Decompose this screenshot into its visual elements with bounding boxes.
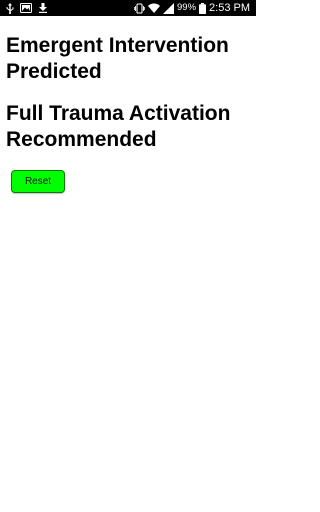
- app-screen: 99% 2:53 PM Emergent Intervention Predic…: [0, 0, 256, 512]
- reset-button[interactable]: Reset: [11, 170, 65, 193]
- main-content: Emergent Intervention Predicted Full Tra…: [0, 16, 256, 193]
- signal-icon: [163, 2, 175, 14]
- battery-icon: [199, 2, 207, 14]
- trauma-activation-heading: Full Trauma Activation Recommended: [6, 102, 231, 151]
- download-icon: [38, 2, 48, 14]
- battery-percent: 99%: [177, 2, 197, 13]
- intervention-heading: Emergent Intervention Predicted: [6, 34, 229, 83]
- wifi-icon: [148, 2, 161, 14]
- status-bar: 99% 2:53 PM: [0, 0, 256, 16]
- vibrate-icon: [134, 2, 146, 14]
- image-icon: [20, 2, 32, 14]
- status-time: 2:53 PM: [209, 2, 250, 14]
- status-bar-right: 99% 2:53 PM: [131, 2, 250, 14]
- status-bar-left: [6, 2, 54, 14]
- usb-icon: [6, 2, 14, 14]
